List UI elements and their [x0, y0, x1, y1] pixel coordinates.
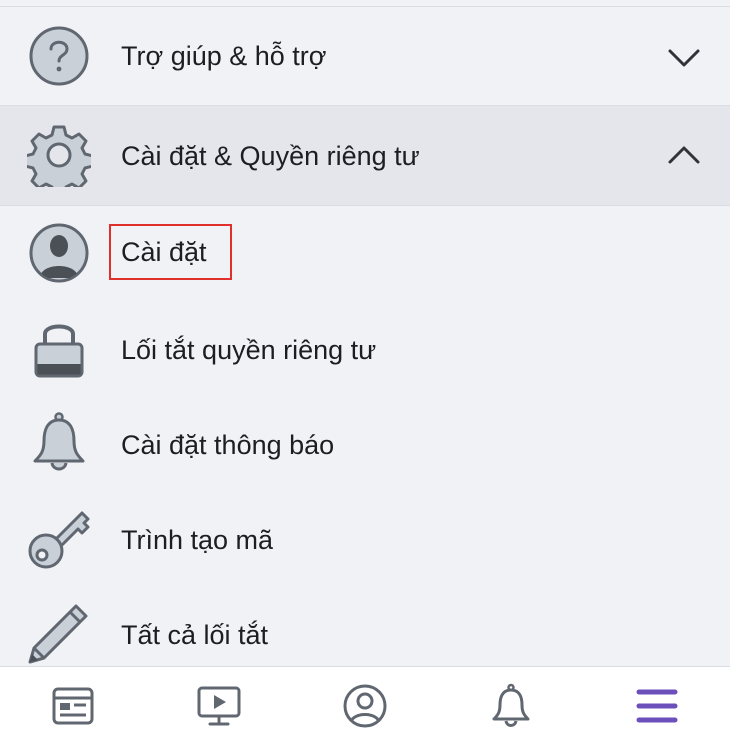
bottom-tab-bar [0, 666, 730, 744]
help-support-section[interactable]: Trợ giúp & hỗ trợ [0, 7, 730, 106]
menu-list: Trợ giúp & hỗ trợ Cài đặt & Quyền riêng … [0, 0, 730, 666]
menu-item-label: Tất cả lối tắt [121, 620, 269, 650]
chevron-down-icon[interactable] [664, 43, 704, 73]
gear-icon [26, 122, 92, 188]
menu-item-label: Trình tạo mã [121, 525, 274, 555]
menu-icon[interactable] [632, 681, 682, 731]
pencil-icon [26, 600, 92, 666]
key-icon [26, 505, 92, 571]
settings-privacy-label: Cài đặt & Quyền riêng tư [121, 141, 420, 171]
lock-icon [26, 315, 92, 381]
chevron-up-icon[interactable] [664, 140, 704, 170]
profile-icon[interactable] [340, 681, 390, 731]
settings-privacy-section[interactable]: Cài đặt & Quyền riêng tư [0, 106, 730, 206]
notifications-icon[interactable] [486, 681, 536, 731]
menu-item-all-shortcuts[interactable]: Tất cả lối tắt [0, 586, 730, 666]
help-circle-icon [26, 23, 92, 89]
news-feed-icon[interactable] [48, 681, 98, 731]
video-icon[interactable] [194, 681, 244, 731]
bell-icon [26, 410, 92, 476]
highlight-box [109, 224, 232, 280]
menu-item-code-generator[interactable]: Trình tạo mã [0, 491, 730, 586]
profile-icon [26, 220, 92, 286]
help-support-label: Trợ giúp & hỗ trợ [121, 41, 327, 71]
menu-item-notification-settings[interactable]: Cài đặt thông báo [0, 396, 730, 491]
menu-item-privacy-shortcuts[interactable]: Lối tắt quyền riêng tư [0, 301, 730, 396]
menu-item-label: Lối tắt quyền riêng tư [121, 335, 377, 365]
menu-item-label: Cài đặt thông báo [121, 430, 335, 460]
